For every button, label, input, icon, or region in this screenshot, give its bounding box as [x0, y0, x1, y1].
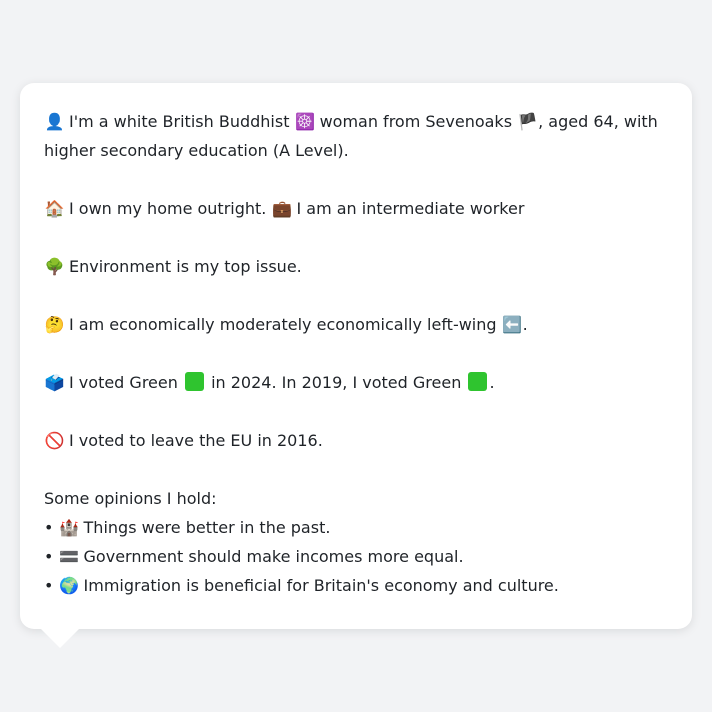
ballot-box-icon: 🗳️	[44, 373, 65, 392]
opinion-item: • 🌍 Immigration is beneficial for Britain…	[44, 571, 668, 600]
vote-paragraph: 🗳️ I voted Green in 2024. In 2019, I vote…	[44, 368, 668, 397]
period: .	[489, 373, 495, 392]
opinion-text: Government should make incomes more equa…	[83, 547, 464, 566]
briefcase-icon: 💼	[272, 199, 292, 218]
globe-icon: 🌍	[59, 576, 79, 595]
location-text: woman from Sevenoaks	[319, 112, 513, 131]
speech-bubble-tail	[41, 629, 79, 648]
issue-text: Environment is my top issue.	[69, 257, 302, 276]
castle-icon: 🏰	[59, 518, 79, 537]
person-icon: 👤	[44, 112, 65, 131]
bullet: •	[44, 576, 54, 595]
issue-paragraph: 🌳 Environment is my top issue.	[44, 252, 668, 281]
opinions-heading: Some opinions I hold:	[44, 489, 217, 508]
vote-2019-text: in 2024. In 2019, I voted Green	[211, 373, 462, 392]
economic-paragraph: 🤔 I am economically moderately economical…	[44, 310, 668, 339]
bullet: •	[44, 547, 54, 566]
england-flag-icon: 🏴	[517, 112, 538, 131]
prohibited-icon: 🚫	[44, 431, 65, 450]
tree-icon: 🌳	[44, 257, 65, 276]
identity-paragraph: 👤 I'm a white British Buddhist ☸️ woman fr…	[44, 107, 668, 165]
house-icon: 🏠	[44, 199, 65, 218]
brexit-text: I voted to leave the EU in 2016.	[69, 431, 323, 450]
brexit-paragraph: 🚫 I voted to leave the EU in 2016.	[44, 426, 668, 455]
left-arrow-icon: ⬅️	[502, 315, 523, 334]
profile-speech-bubble: 👤 I'm a white British Buddhist ☸️ woman fr…	[20, 83, 692, 629]
opinion-item: • 🟰 Government should make incomes more e…	[44, 542, 668, 571]
period: .	[522, 315, 528, 334]
equals-icon: 🟰	[59, 547, 79, 566]
thinking-face-icon: 🤔	[44, 315, 65, 334]
occupation-text: I am an intermediate worker	[296, 199, 525, 218]
green-square-icon	[468, 372, 488, 391]
housing-text: I own my home outright.	[69, 199, 267, 218]
opinion-text: Immigration is beneficial for Britain's …	[83, 576, 559, 595]
economic-text: I am economically moderately economicall…	[69, 315, 497, 334]
bullet: •	[44, 518, 54, 537]
vote-2024-text: I voted Green	[69, 373, 178, 392]
opinions-section: Some opinions I hold: • 🏰 Things were bet…	[44, 484, 668, 600]
dharma-wheel-icon: ☸️	[295, 112, 316, 131]
opinion-item: • 🏰 Things were better in the past.	[44, 513, 668, 542]
opinion-text: Things were better in the past.	[83, 518, 331, 537]
green-square-icon	[184, 372, 204, 391]
identity-text: I'm a white British Buddhist	[69, 112, 290, 131]
housing-paragraph: 🏠 I own my home outright. 💼 I am an interm…	[44, 194, 668, 223]
